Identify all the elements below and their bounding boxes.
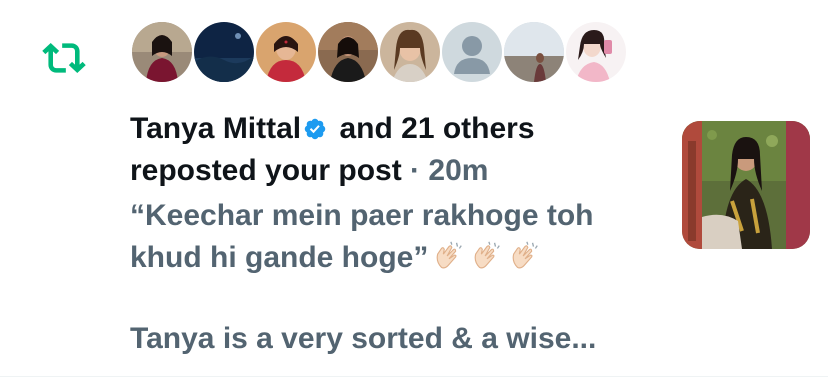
repost-notification[interactable]: Tanya Mittal and 21 others reposted your … <box>0 0 828 378</box>
avatar[interactable] <box>194 22 254 82</box>
clapping-hands-icon <box>474 241 501 269</box>
clapping-hands-icon <box>512 241 539 269</box>
avatar[interactable] <box>566 22 626 82</box>
action-text: reposted your post <box>130 154 402 187</box>
avatar[interactable] <box>318 22 378 82</box>
avatar[interactable] <box>380 22 440 82</box>
others-count: and 21 others <box>339 112 535 145</box>
avatar-placeholder[interactable] <box>442 22 502 82</box>
repost-icon <box>42 42 86 74</box>
separator-dot: · <box>410 154 421 187</box>
user-name-link[interactable]: Tanya Mittal <box>130 112 301 145</box>
timestamp: 20m <box>428 154 489 187</box>
clapping-hands-icon <box>436 241 463 269</box>
avatar[interactable] <box>132 22 192 82</box>
avatar[interactable] <box>504 22 564 82</box>
notification-headline: Tanya Mittal and 21 others reposted your … <box>130 108 670 192</box>
post-preview-continued: Tanya is a very sorted & a wise... <box>130 322 597 355</box>
avatar[interactable] <box>256 22 316 82</box>
verified-badge-icon <box>304 118 326 140</box>
divider <box>0 376 828 377</box>
post-thumbnail[interactable] <box>682 121 810 249</box>
post-preview: “Keechar mein paer rakhoge toh khud hi g… <box>130 195 670 279</box>
